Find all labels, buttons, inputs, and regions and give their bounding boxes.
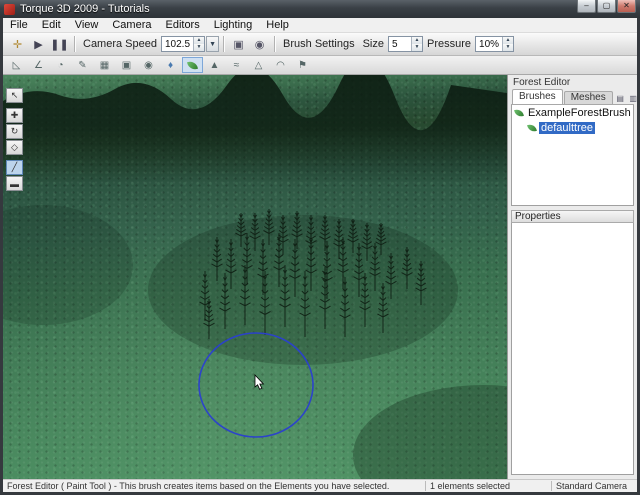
panel-tabs: Brushes Meshes ▤▥✗: [511, 89, 634, 105]
mountain-tool-icon[interactable]: △: [248, 57, 269, 73]
panel-tab-actions: ▤▥✗: [614, 92, 640, 104]
camera-speed-spinner[interactable]: ▲▼: [193, 37, 204, 51]
new-brush-icon[interactable]: ▤: [614, 92, 627, 104]
camera-bookmark-icon[interactable]: ◉: [138, 57, 159, 73]
menu-edit[interactable]: Edit: [35, 19, 68, 31]
maximize-button[interactable]: ▢: [597, 0, 616, 13]
terrain-shadow-right: [353, 385, 507, 479]
world-editor-icon[interactable]: ✛: [7, 35, 28, 53]
pressure-spinner[interactable]: ▲▼: [502, 37, 513, 51]
bounds-icon[interactable]: ▣: [116, 57, 137, 73]
menu-bar: FileEditViewCameraEditorsLightingHelp: [3, 18, 637, 33]
player-view-icon[interactable]: ◉: [249, 35, 270, 53]
status-message: Forest Editor ( Paint Tool ) - This brus…: [3, 481, 425, 491]
camera-mode: Standard Camera: [551, 481, 637, 491]
leaf-glyph: [187, 59, 198, 70]
brush-settings-label: Brush Settings: [283, 38, 355, 50]
tab-meshes[interactable]: Meshes: [564, 91, 613, 104]
brush-list[interactable]: ExampleForestBrush defaulttree: [511, 105, 634, 206]
terrain-shadow-left: [3, 205, 133, 325]
camera-speed-input[interactable]: 102.5 ▲▼: [161, 36, 205, 52]
pencil-tool-icon[interactable]: ✎: [72, 57, 93, 73]
camera-speed-label: Camera Speed: [83, 38, 157, 50]
title-bar[interactable]: Torque 3D 2009 - Tutorials – ▢ ✕: [0, 0, 640, 18]
camera-speed-value: 102.5: [162, 37, 193, 51]
brush-item-defaulttree[interactable]: defaulttree: [512, 120, 633, 135]
minimize-button[interactable]: –: [577, 0, 596, 13]
forest-editor-icon[interactable]: [182, 57, 203, 73]
app-icon: [4, 4, 15, 15]
selection-count: 1 elements selected: [425, 481, 551, 491]
toolbar-separator: [274, 36, 275, 52]
road-tool-icon[interactable]: ◠: [270, 57, 291, 73]
menu-editors[interactable]: Editors: [158, 19, 206, 31]
brush-item-label: ExampleForestBrush: [526, 107, 633, 119]
paint-tool-icon[interactable]: ╱: [6, 160, 23, 175]
brush-item-exampleforestbrush[interactable]: ExampleForestBrush: [512, 105, 633, 120]
leaf-icon: [527, 123, 537, 133]
app-window: Torque 3D 2009 - Tutorials – ▢ ✕ FileEdi…: [0, 0, 640, 495]
brush-item-label: defaulttree: [539, 122, 595, 134]
brush-size-input[interactable]: 5 ▲▼: [388, 36, 423, 52]
menu-view[interactable]: View: [68, 19, 106, 31]
forest-ground-shadow: [148, 215, 458, 365]
editor-tools-toolbar: ◺∠◔✎▦▣◉♦ ▲≈△◠⚑: [3, 56, 637, 75]
set-square-icon[interactable]: ◺: [6, 57, 27, 73]
menu-camera[interactable]: Camera: [105, 19, 158, 31]
brush-size-spinner[interactable]: ▲▼: [411, 37, 422, 51]
forest-editor-panel: Forest Editor Brushes Meshes ▤▥✗ Example…: [507, 75, 637, 479]
toolbar-separator: [74, 36, 75, 52]
properties-header: Properties: [511, 210, 634, 223]
properties-panel: [511, 223, 634, 475]
mountain-ridge: [3, 75, 507, 185]
pause-game-icon[interactable]: ❚❚: [49, 35, 70, 53]
tab-brushes[interactable]: Brushes: [512, 89, 563, 104]
rotate-tool-icon[interactable]: ↻: [6, 124, 23, 139]
select-tool-icon[interactable]: ↖: [6, 88, 23, 103]
tool-palette: ↖ ✚↻◇ ╱▬: [6, 88, 23, 192]
erase-tool-icon[interactable]: ▬: [6, 176, 23, 191]
angle-snap-icon[interactable]: ∠: [28, 57, 49, 73]
main-toolbar: ✛▶❚❚ Camera Speed 102.5 ▲▼ ▼ ▣◉ Brush Se…: [3, 33, 637, 56]
translate-tool-icon[interactable]: ✚: [6, 108, 23, 123]
mouse-cursor: [255, 375, 263, 389]
forest-editor-title: Forest Editor: [511, 76, 634, 89]
terrain-raise-icon[interactable]: ▲: [204, 57, 225, 73]
water-tool-icon[interactable]: ♦: [160, 57, 181, 73]
scene-svg: [3, 75, 507, 479]
status-bar: Forest Editor ( Paint Tool ) - This brus…: [3, 479, 637, 492]
protractor-icon[interactable]: ◔: [50, 57, 71, 73]
size-label: Size: [363, 38, 384, 50]
pressure-label: Pressure: [427, 38, 471, 50]
pressure-input[interactable]: 10% ▲▼: [475, 36, 514, 52]
camera-buttons: ▣◉: [228, 35, 270, 53]
window-title: Torque 3D 2009 - Tutorials: [20, 3, 576, 15]
play-game-icon[interactable]: ▶: [28, 35, 49, 53]
brush-size-value: 5: [389, 37, 411, 51]
menu-file[interactable]: File: [3, 19, 35, 31]
menu-help[interactable]: Help: [259, 19, 296, 31]
camera-speed-dropdown[interactable]: ▼: [206, 36, 219, 52]
new-element-icon[interactable]: ▥: [627, 92, 640, 104]
scale-tool-icon[interactable]: ◇: [6, 140, 23, 155]
editor-mode-buttons: ✛▶❚❚: [7, 35, 70, 53]
drop-camera-icon[interactable]: ▣: [228, 35, 249, 53]
pressure-value: 10%: [476, 37, 502, 51]
toolbar-separator: [223, 36, 224, 52]
menu-lighting[interactable]: Lighting: [207, 19, 260, 31]
close-button[interactable]: ✕: [617, 0, 636, 13]
window-controls: – ▢ ✕: [576, 0, 636, 13]
flag-tool-icon[interactable]: ⚑: [292, 57, 313, 73]
grid-snap-icon[interactable]: ▦: [94, 57, 115, 73]
leaf-icon: [514, 108, 524, 118]
terrain-smooth-icon[interactable]: ≈: [226, 57, 247, 73]
viewport-3d[interactable]: ↖ ✚↻◇ ╱▬: [3, 75, 507, 479]
